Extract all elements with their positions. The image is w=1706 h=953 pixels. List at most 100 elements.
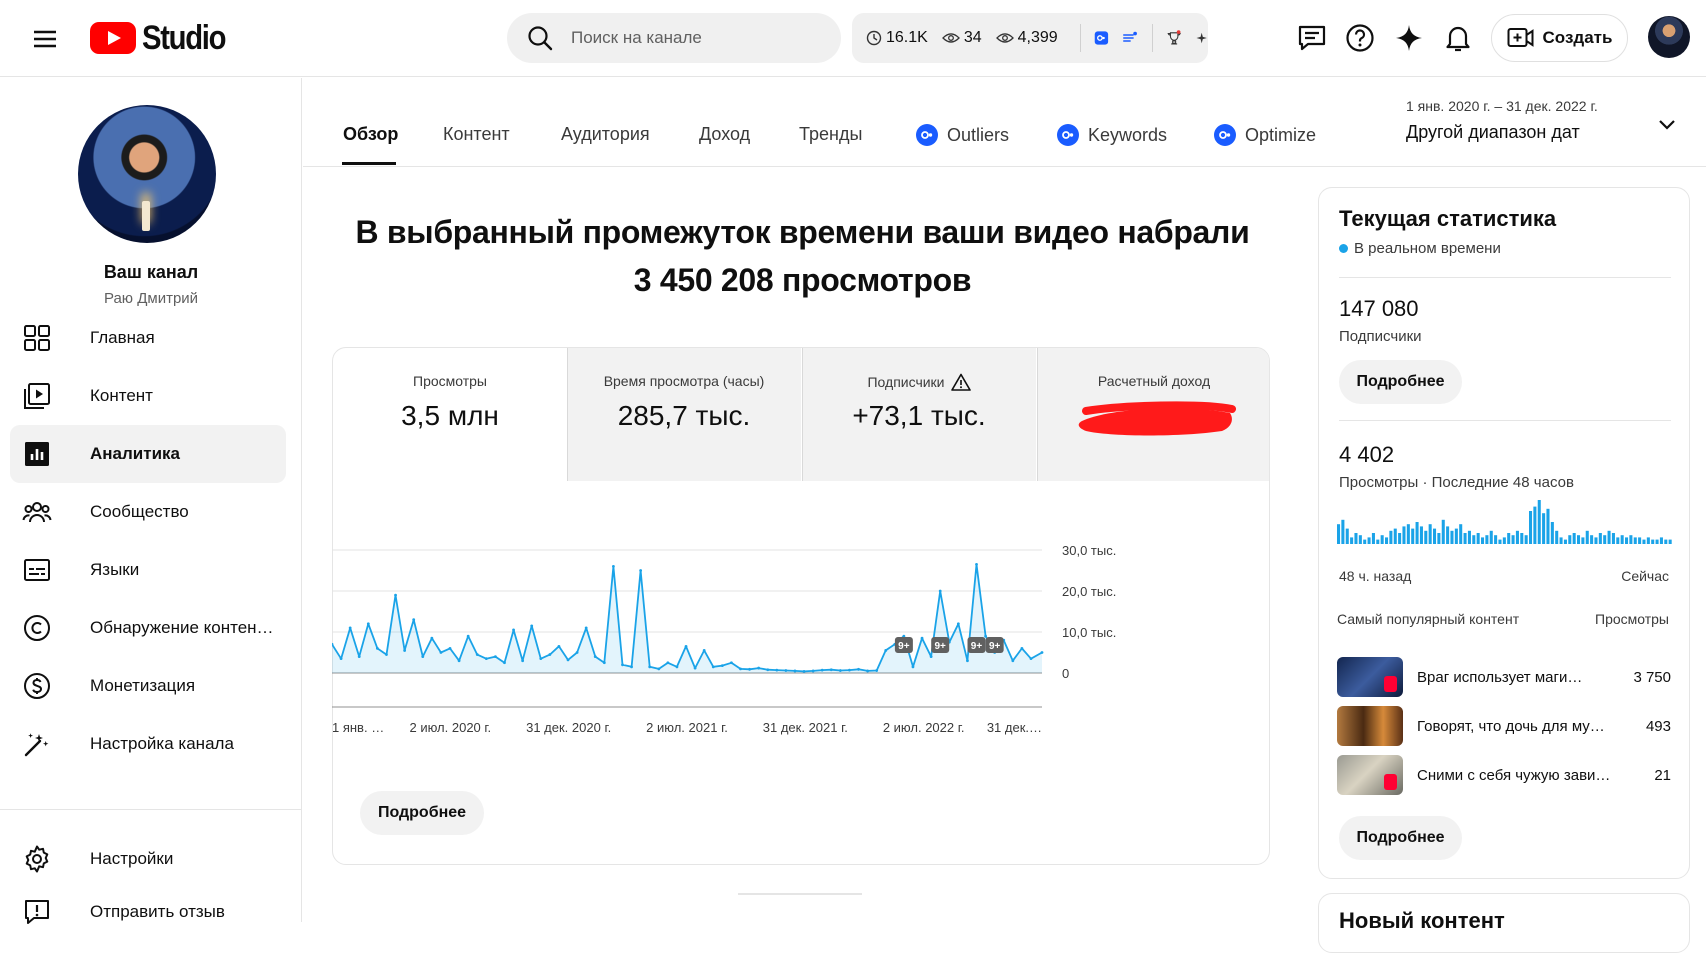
realtime-bar[interactable] (1380, 535, 1384, 544)
realtime-bar[interactable] (1546, 508, 1550, 544)
realtime-bar[interactable] (1411, 528, 1415, 544)
warning-icon[interactable] (950, 373, 971, 391)
data-point[interactable] (357, 655, 361, 658)
data-point[interactable] (956, 622, 960, 626)
data-point[interactable] (857, 667, 860, 671)
realtime-bar[interactable] (1367, 537, 1371, 544)
realtime-bar-chart[interactable] (1337, 500, 1673, 544)
ext-views-stat-2[interactable]: 4,399 (995, 29, 1058, 47)
data-point[interactable] (784, 669, 788, 672)
data-point[interactable] (584, 626, 588, 630)
menu-icon[interactable] (30, 24, 60, 54)
data-point[interactable] (684, 644, 688, 648)
data-point[interactable] (657, 667, 661, 671)
vidiq-icon[interactable] (1094, 28, 1109, 48)
data-point[interactable] (621, 663, 624, 667)
realtime-bar[interactable] (1629, 535, 1633, 544)
data-point[interactable] (829, 668, 833, 672)
trophy-icon[interactable] (1166, 27, 1182, 49)
top-content-more-button[interactable]: Подробнее (1339, 816, 1462, 860)
data-point[interactable] (884, 649, 888, 652)
data-point[interactable] (630, 665, 633, 669)
realtime-bar[interactable] (1402, 526, 1406, 544)
data-point[interactable] (848, 668, 851, 672)
realtime-bar[interactable] (1555, 530, 1559, 544)
realtime-bar[interactable] (1507, 533, 1511, 544)
realtime-bar[interactable] (1446, 526, 1450, 544)
realtime-bar[interactable] (1428, 524, 1432, 544)
data-point[interactable] (466, 634, 470, 638)
data-point[interactable] (557, 644, 561, 648)
realtime-bar[interactable] (1358, 535, 1362, 544)
realtime-bar[interactable] (1607, 530, 1611, 544)
comments-icon[interactable] (1296, 22, 1328, 54)
realtime-bar[interactable] (1345, 528, 1349, 544)
data-point[interactable] (566, 658, 570, 662)
data-point[interactable] (439, 651, 443, 654)
data-point[interactable] (339, 657, 343, 661)
realtime-bar[interactable] (1520, 533, 1524, 544)
date-range-selector[interactable]: 1 янв. 2020 г. – 31 дек. 2022 г. Другой … (1406, 98, 1598, 143)
data-point[interactable] (421, 655, 425, 658)
sidebar-item-dashboard[interactable]: Главная (10, 309, 286, 367)
data-point[interactable] (530, 624, 534, 628)
data-point[interactable] (512, 628, 515, 632)
bell-icon[interactable] (1442, 22, 1474, 54)
realtime-bar[interactable] (1563, 539, 1567, 544)
realtime-bar[interactable] (1651, 539, 1655, 544)
realtime-bar[interactable] (1371, 533, 1375, 544)
data-point[interactable] (394, 593, 397, 597)
realtime-bar[interactable] (1620, 535, 1624, 544)
data-point[interactable] (403, 649, 407, 652)
data-point[interactable] (602, 661, 606, 665)
realtime-bar[interactable] (1502, 537, 1506, 544)
realtime-bar[interactable] (1481, 537, 1485, 544)
data-point[interactable] (938, 589, 942, 593)
ext-watch-stat[interactable]: 16.1K (866, 29, 928, 47)
sidebar-item-community[interactable]: Сообщество (10, 483, 286, 541)
realtime-bar[interactable] (1385, 537, 1389, 544)
data-point[interactable] (711, 665, 715, 669)
realtime-bar[interactable] (1393, 528, 1397, 544)
realtime-bar[interactable] (1337, 524, 1341, 544)
realtime-bar[interactable] (1585, 530, 1589, 544)
data-point[interactable] (820, 668, 824, 672)
data-point[interactable] (739, 667, 742, 671)
realtime-bar[interactable] (1668, 539, 1672, 544)
sparkle-small-icon[interactable] (1195, 29, 1208, 47)
data-point[interactable] (1020, 647, 1024, 650)
data-point[interactable] (984, 634, 987, 638)
tab-trends[interactable]: Тренды (799, 124, 862, 145)
data-point[interactable] (975, 562, 978, 566)
top-content-row[interactable]: Говорят, что дочь для му… 493 (1337, 706, 1671, 746)
data-point[interactable] (929, 655, 933, 658)
realtime-bar[interactable] (1459, 524, 1463, 544)
realtime-bar[interactable] (1529, 511, 1533, 544)
data-point[interactable] (430, 636, 434, 640)
realtime-bar[interactable] (1550, 522, 1554, 544)
chevron-down-icon[interactable] (1655, 112, 1679, 136)
realtime-bar[interactable] (1476, 533, 1480, 544)
sidebar-item-analytics[interactable]: Аналитика (10, 425, 286, 483)
data-point[interactable] (639, 569, 643, 572)
views-chart[interactable]: 0 10,0 тыс. 20,0 тыс. 30,0 тыс. 1 янв. … 2 ию… (332, 520, 1232, 770)
list-icon[interactable] (1121, 28, 1138, 48)
data-point[interactable] (730, 661, 733, 665)
data-point[interactable] (866, 669, 869, 673)
realtime-bar[interactable] (1419, 526, 1423, 544)
realtime-bar[interactable] (1642, 539, 1646, 544)
data-point[interactable] (720, 664, 724, 668)
data-point[interactable] (675, 665, 679, 669)
realtime-bar[interactable] (1424, 530, 1428, 544)
kpi-views[interactable]: Просмотры 3,5 млн (333, 348, 567, 481)
data-point[interactable] (475, 653, 479, 656)
realtime-bar[interactable] (1515, 530, 1519, 544)
data-point[interactable] (748, 667, 751, 671)
tab-keywords[interactable]: Keywords (1057, 124, 1167, 146)
tab-overview[interactable]: Обзор (343, 124, 398, 145)
sidebar-item-languages[interactable]: Языки (10, 541, 286, 599)
data-point[interactable] (666, 661, 670, 665)
realtime-bar[interactable] (1594, 537, 1598, 544)
realtime-bar[interactable] (1638, 537, 1642, 544)
data-point[interactable] (966, 659, 969, 663)
